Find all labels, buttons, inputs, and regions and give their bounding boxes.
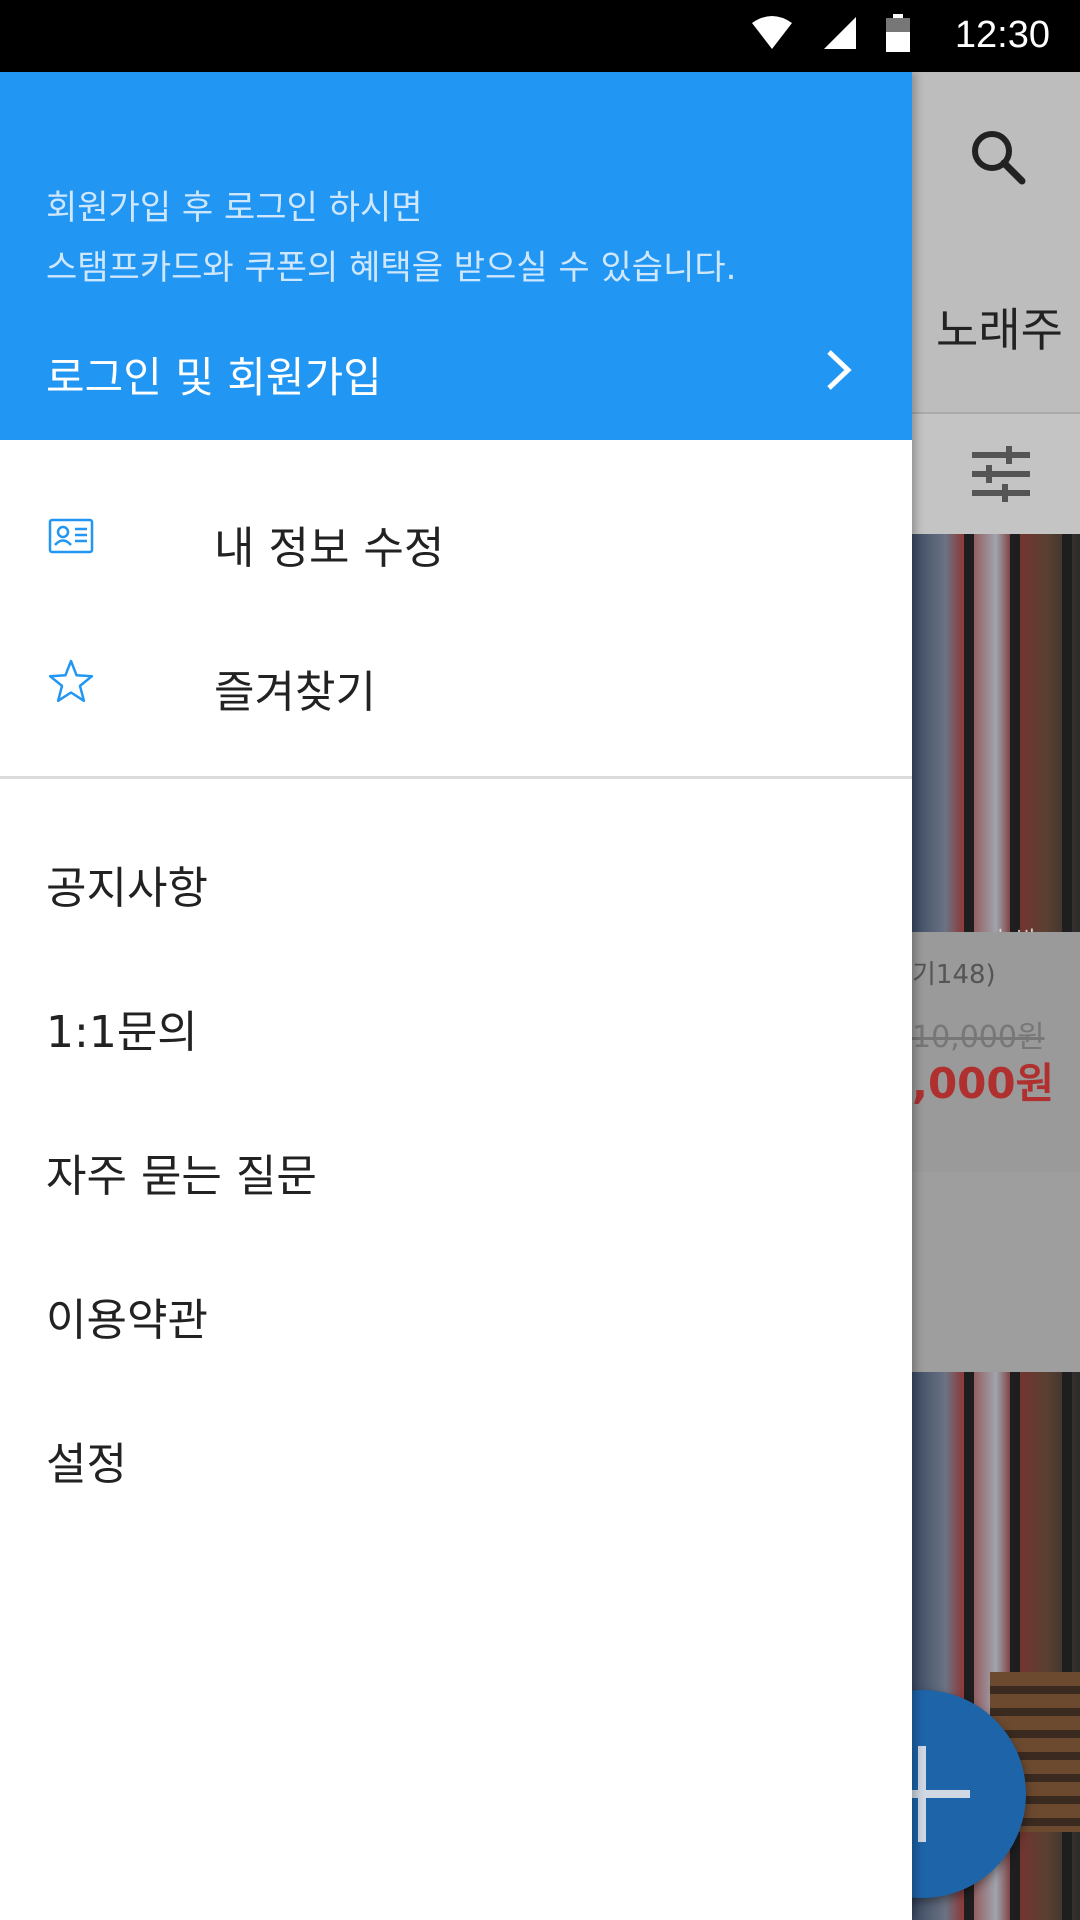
header-message-line2: 스탬프카드와 쿠폰의 혜택을 받으실 수 있습니다.	[46, 248, 737, 288]
login-signup-label: 로그인 및 회원가입	[46, 353, 382, 402]
menu-item-label: 내 정보 수정	[214, 523, 445, 574]
search-icon[interactable]	[968, 127, 1028, 187]
menu-item-label: 즐겨찾기	[214, 667, 376, 718]
menu-item-label: 1:1문의	[46, 1007, 198, 1058]
clock: 12:30	[954, 14, 1050, 56]
wifi-icon	[752, 16, 792, 49]
status-bar: 12:30	[0, 0, 1080, 72]
filter-icon[interactable]	[972, 446, 1030, 502]
chevron-right-icon	[827, 350, 852, 390]
drawer-header: 회원가입 후 로그인 하시면 스탬프카드와 쿠폰의 혜택을 받으실 수 있습니다…	[0, 72, 912, 440]
star-icon	[48, 659, 94, 703]
sale-price: ,000원	[912, 1059, 1055, 1108]
navigation-drawer: 회원가입 후 로그인 하시면 스탬프카드와 쿠폰의 혜택을 받으실 수 있습니다…	[0, 72, 912, 1920]
menu-item-faq[interactable]: 자주 묻는 질문	[0, 1096, 912, 1240]
menu-item-label: 공지사항	[46, 863, 208, 914]
signal-icon	[824, 17, 856, 49]
menu-item-edit-profile[interactable]: 내 정보 수정	[0, 468, 912, 612]
menu-item-favorites[interactable]: 즐겨찾기	[0, 612, 912, 756]
menu-item-terms[interactable]: 이용약관	[0, 1240, 912, 1384]
background-toolbar: 노래주	[912, 72, 1080, 412]
id-card-icon	[48, 518, 94, 554]
header-message-line1: 회원가입 후 로그인 하시면	[46, 188, 423, 228]
status-icons	[750, 14, 910, 52]
review-count: 기148)	[912, 960, 996, 990]
background-title: 노래주	[936, 303, 1063, 357]
divider	[0, 776, 912, 779]
menu-item-label: 자주 묻는 질문	[46, 1151, 317, 1202]
room-card-info: 기148) 10,000원 ,000원	[912, 932, 1080, 1172]
menu-item-inquiry[interactable]: 1:1문의	[0, 952, 912, 1096]
header-message: 회원가입 후 로그인 하시면 스탬프카드와 쿠폰의 혜택을 받으실 수 있습니다…	[46, 178, 736, 298]
battery-icon	[886, 14, 910, 52]
background-filter-bar	[912, 412, 1080, 536]
login-signup-button[interactable]: 로그인 및 회원가입	[0, 324, 912, 424]
menu-item-label: 설정	[46, 1439, 127, 1490]
menu-item-settings[interactable]: 설정	[0, 1384, 912, 1528]
menu-item-label: 이용약관	[46, 1295, 208, 1346]
background-app: 노래주 놀방 기148) 10,000원 ,000원	[912, 72, 1080, 1920]
menu-item-notices[interactable]: 공지사항	[0, 808, 912, 952]
